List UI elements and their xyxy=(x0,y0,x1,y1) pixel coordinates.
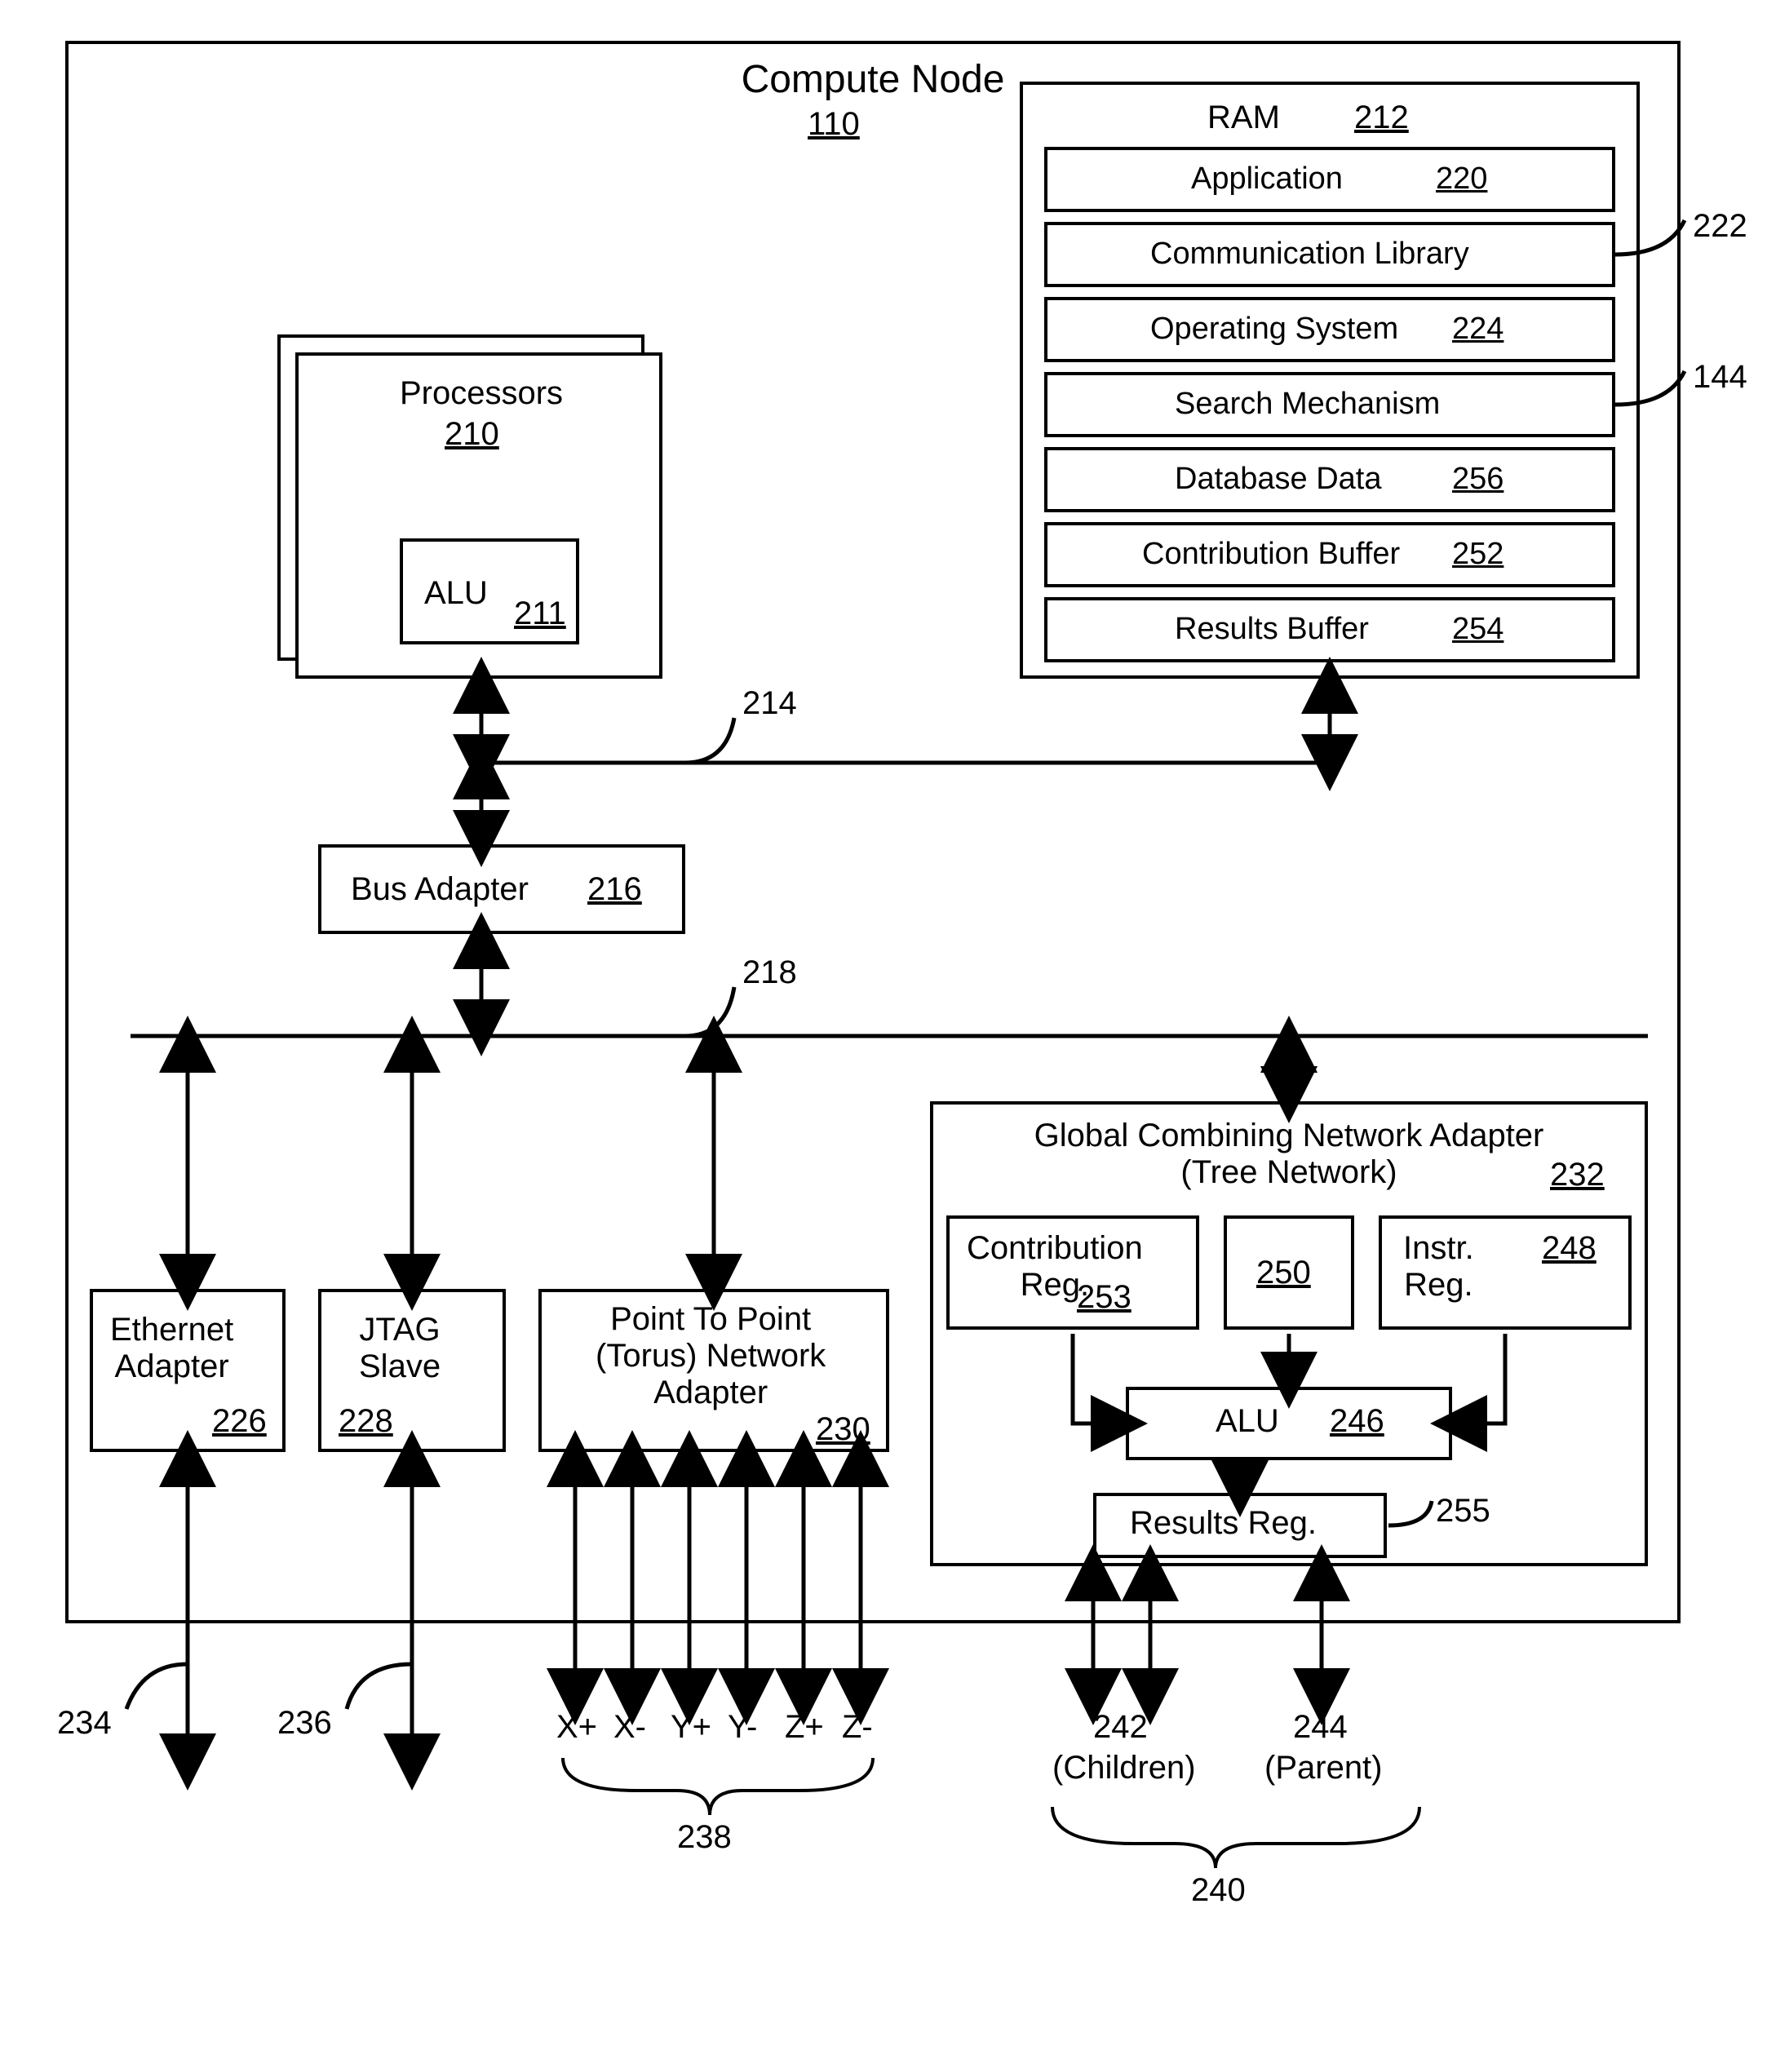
processors-label: Processors xyxy=(375,375,587,412)
torus-y-plus: Y+ xyxy=(671,1709,711,1746)
torus-group-ref: 238 xyxy=(677,1819,732,1856)
ref-222: 222 xyxy=(1693,208,1747,245)
ethernet-adapter-label: Ethernet Adapter xyxy=(110,1312,233,1385)
processors-ref: 210 xyxy=(445,416,499,453)
ref-234: 234 xyxy=(57,1705,112,1742)
ram-item-results-label: Results Buffer xyxy=(1175,612,1369,647)
gcna-ref: 232 xyxy=(1550,1157,1605,1193)
processors-alu-ref: 211 xyxy=(514,595,566,632)
instr-reg-ref: 248 xyxy=(1542,1230,1596,1267)
gcna-label: Global Combining Network Adapter (Tree N… xyxy=(995,1118,1583,1191)
ref-236: 236 xyxy=(277,1705,332,1742)
jtag-slave-label: JTAG Slave xyxy=(359,1312,441,1385)
bus-adapter-ref: 216 xyxy=(587,871,642,908)
torus-x-minus: X- xyxy=(613,1709,646,1746)
ram-item-results-ref: 254 xyxy=(1452,612,1504,647)
p2p-adapter-label: Point To Point (Torus) Network Adapter xyxy=(596,1301,826,1411)
tree-parent-ref: 244 xyxy=(1293,1709,1348,1746)
torus-z-minus: Z- xyxy=(842,1709,873,1746)
instr-reg-label: Instr. Reg. xyxy=(1403,1230,1474,1304)
ram-item-search-label: Search Mechanism xyxy=(1175,387,1440,422)
torus-z-plus: Z+ xyxy=(785,1709,824,1746)
gcna-alu-label: ALU xyxy=(1216,1403,1279,1440)
bus-adapter-label: Bus Adapter xyxy=(351,871,529,908)
ref-218: 218 xyxy=(742,954,797,991)
tree-children-text: (Children) xyxy=(1052,1750,1196,1786)
title-ref: 110 xyxy=(808,106,860,143)
ram-item-os-ref: 224 xyxy=(1452,312,1504,347)
processors-alu-label: ALU xyxy=(424,575,488,612)
tree-group-ref: 240 xyxy=(1191,1872,1246,1909)
gcna-alu-ref: 246 xyxy=(1330,1403,1384,1440)
p2p-adapter-ref: 230 xyxy=(816,1411,870,1448)
ethernet-adapter-ref: 226 xyxy=(212,1403,267,1440)
ram-item-application-ref: 220 xyxy=(1436,162,1487,197)
ram-item-application-label: Application xyxy=(1191,162,1343,197)
tree-parent-text: (Parent) xyxy=(1264,1750,1383,1786)
torus-x-plus: X+ xyxy=(556,1709,597,1746)
ram-label: RAM xyxy=(1207,100,1280,136)
ref-214: 214 xyxy=(742,685,797,722)
ram-item-dbdata-label: Database Data xyxy=(1175,462,1382,497)
ram-item-os-label: Operating System xyxy=(1150,312,1398,347)
ref-144: 144 xyxy=(1693,359,1747,396)
torus-y-minus: Y- xyxy=(728,1709,757,1746)
ram-item-contrib-ref: 252 xyxy=(1452,537,1504,572)
contrib-reg-ref: 253 xyxy=(1077,1279,1132,1316)
results-reg-ref: 255 xyxy=(1436,1493,1490,1530)
title-text: Compute Node xyxy=(669,57,1077,102)
ram-ref: 212 xyxy=(1354,100,1409,136)
ram-item-contrib-label: Contribution Buffer xyxy=(1142,537,1400,572)
jtag-slave-ref: 228 xyxy=(339,1403,393,1440)
gcna-alu-box xyxy=(1126,1387,1452,1460)
tree-children-ref: 242 xyxy=(1093,1709,1148,1746)
ram-item-dbdata-ref: 256 xyxy=(1452,462,1504,497)
mid-reg-ref: 250 xyxy=(1256,1255,1311,1291)
ram-item-commlib-label: Communication Library xyxy=(1150,237,1469,272)
results-reg-label: Results Reg. xyxy=(1130,1505,1317,1542)
